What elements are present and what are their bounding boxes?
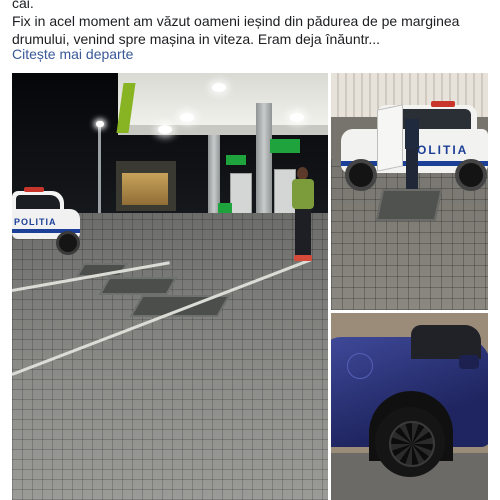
- fuel-price-sign: [270, 139, 300, 153]
- street-lamp: [98, 125, 101, 215]
- canopy-light: [180, 113, 194, 122]
- store-window: [122, 173, 168, 205]
- police-car: POLITIA: [12, 185, 82, 255]
- officer-torso: [405, 119, 419, 149]
- wheel-rim: [389, 421, 435, 467]
- post-text: cai. Fix in acel moment am văzut oameni …: [12, 0, 492, 48]
- car-wheel: [56, 231, 80, 255]
- canopy-pillar: [256, 103, 272, 231]
- siren-light: [431, 101, 455, 107]
- police-car-label: POLITIA: [14, 217, 57, 227]
- lamp-light: [96, 121, 104, 127]
- officer-legs: [406, 149, 418, 189]
- man-legs: [295, 209, 311, 257]
- car-wheel: [345, 159, 377, 191]
- fuel-price-sign: [226, 155, 246, 165]
- canopy-light: [212, 83, 226, 92]
- man-standing: [290, 167, 316, 265]
- station-canopy: [118, 73, 328, 133]
- photo-grid: POLITIA POLITIA: [12, 73, 488, 500]
- fuel-cap: [347, 353, 373, 379]
- photo-suv-wheel[interactable]: [331, 313, 488, 500]
- tank-lid: [129, 295, 231, 317]
- photo-police-car-open-door[interactable]: POLITIA: [331, 73, 488, 310]
- canopy-light: [158, 125, 172, 134]
- tank-lid: [98, 277, 178, 295]
- car-wheel: [455, 159, 487, 191]
- canopy-edge: [118, 125, 328, 135]
- side-mirror: [459, 355, 479, 369]
- open-car-door: [377, 104, 403, 172]
- siren-light: [24, 187, 44, 192]
- see-more-link[interactable]: Citește mai departe: [12, 46, 133, 62]
- blue-suv: [331, 317, 488, 477]
- police-officer: [403, 119, 421, 189]
- post-text-line: cai.: [12, 0, 34, 11]
- post-text-line: Fix in acel moment am văzut oameni ieșin…: [12, 13, 460, 29]
- car-window: [16, 195, 60, 209]
- photo-gas-station[interactable]: POLITIA: [12, 73, 328, 500]
- man-shoes: [294, 255, 312, 261]
- man-shirt: [292, 179, 314, 209]
- suv-window: [411, 325, 481, 359]
- canopy-light: [290, 113, 304, 122]
- manhole-cover: [375, 189, 443, 221]
